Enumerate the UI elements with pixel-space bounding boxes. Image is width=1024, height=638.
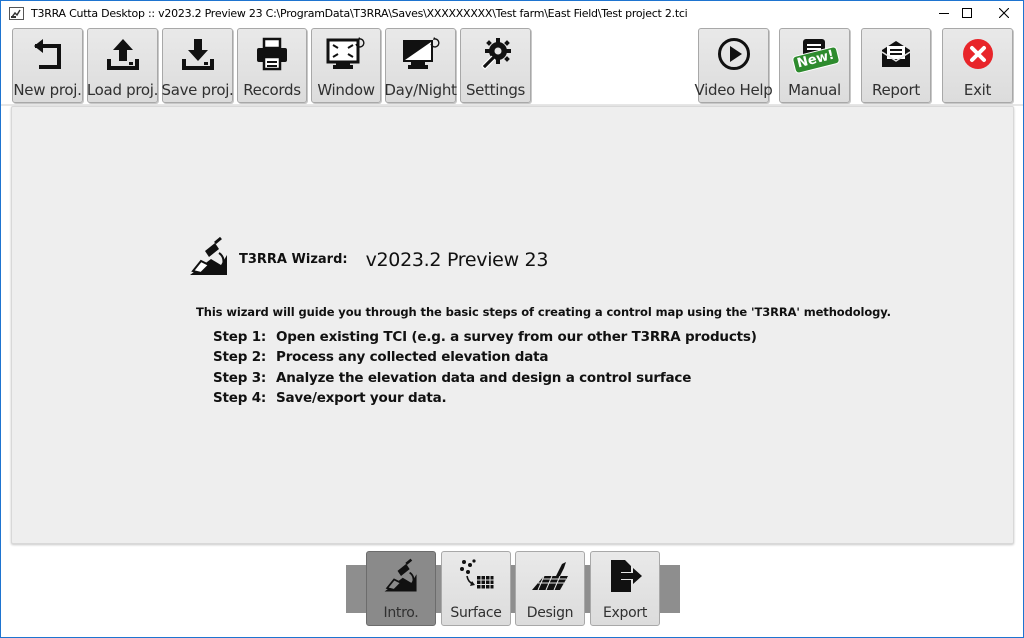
step-number: Step 2:: [213, 349, 267, 366]
exit-x-circle-icon: [958, 34, 998, 74]
maximize-icon: [962, 8, 972, 18]
app-icon: [8, 5, 24, 21]
wizard-version: v2023.2 Preview 23: [365, 248, 549, 271]
surface-grid-icon: [456, 556, 496, 596]
settings-label: Settings: [465, 81, 526, 99]
day-night-monitor-icon: [401, 34, 441, 74]
load-project-button[interactable]: Load proj.: [87, 28, 158, 103]
window-title: T3RRA Cutta Desktop :: v2023.2 Preview 2…: [31, 6, 688, 20]
step-number: Step 1:: [213, 329, 267, 346]
tab-surface[interactable]: Surface: [441, 551, 511, 626]
manual-label: Manual: [788, 81, 841, 99]
manual-button[interactable]: New! Manual: [779, 28, 850, 103]
play-circle-icon: [714, 34, 754, 74]
intro-wizard-icon: [381, 556, 421, 596]
gear-wrench-icon: [476, 34, 516, 74]
save-project-label: Save proj.: [161, 81, 234, 99]
step-row: Step 3: Analyze the elevation data and de…: [213, 368, 757, 388]
close-icon: [999, 8, 1009, 18]
design-surface-icon: [530, 556, 570, 596]
close-window-button[interactable]: [981, 1, 1024, 25]
video-help-button[interactable]: Video Help: [695, 28, 773, 103]
report-envelope-icon: [876, 34, 916, 74]
tab-design-label: Design: [526, 605, 574, 621]
window-button[interactable]: Window: [311, 28, 381, 103]
step-text: Analyze the elevation data and design a …: [276, 369, 692, 386]
new-project-button[interactable]: New proj.: [12, 28, 83, 103]
new-project-label: New proj.: [13, 81, 82, 99]
wizard-label: T3RRA Wizard:: [239, 252, 348, 267]
tab-design[interactable]: Design: [515, 551, 585, 626]
export-file-icon: [605, 556, 645, 596]
tab-export[interactable]: Export: [590, 551, 660, 626]
exit-label: Exit: [963, 81, 992, 99]
wizard-panel: T3RRA Wizard: v2023.2 Preview 23 This wi…: [11, 106, 1014, 544]
tab-intro-label: Intro.: [383, 605, 419, 621]
printer-icon: [252, 34, 292, 74]
monitor-fullscreen-icon: [326, 34, 366, 74]
step-text: Open existing TCI (e.g. a survey from ou…: [276, 329, 757, 346]
video-help-label: Video Help: [694, 81, 773, 99]
step-row: Step 2: Process any collected elevation d…: [213, 347, 757, 367]
day-night-button[interactable]: Day/Night: [384, 28, 457, 103]
wizard-intro-text: This wizard will guide you through the b…: [196, 305, 891, 319]
settings-button[interactable]: Settings: [460, 28, 531, 103]
day-night-label: Day/Night: [384, 81, 457, 99]
wizard-steps: Step 1: Open existing TCI (e.g. a survey …: [213, 327, 757, 408]
step-row: Step 1: Open existing TCI (e.g. a survey …: [213, 327, 757, 347]
tab-surface-label: Surface: [450, 605, 502, 621]
step-text: Process any collected elevation data: [276, 349, 549, 366]
toolbar: New proj. Load proj. Save proj. Records …: [1, 25, 1023, 105]
exit-button[interactable]: Exit: [942, 28, 1013, 103]
step-number: Step 3:: [213, 369, 267, 386]
report-button[interactable]: Report: [861, 28, 931, 103]
tab-intro[interactable]: Intro.: [366, 551, 436, 626]
wizard-header: T3RRA Wizard: v2023.2 Preview 23: [187, 235, 548, 284]
title-bar: T3RRA Cutta Desktop :: v2023.2 Preview 2…: [1, 1, 1023, 25]
tab-export-label: Export: [602, 605, 648, 621]
load-project-label: Load proj.: [86, 81, 159, 99]
records-label: Records: [243, 81, 301, 99]
save-project-button[interactable]: Save proj.: [161, 28, 234, 103]
manual-book-icon: New!: [791, 34, 840, 75]
download-icon: [178, 34, 218, 74]
step-text: Save/export your data.: [276, 390, 447, 407]
step-row: Step 4: Save/export your data.: [213, 388, 757, 408]
upload-icon: [103, 34, 143, 74]
records-button[interactable]: Records: [237, 28, 307, 103]
wizard-icon: [187, 235, 231, 284]
window-label: Window: [317, 81, 375, 99]
report-label: Report: [872, 81, 920, 99]
step-number: Step 4:: [213, 390, 267, 407]
undo-arrow-icon: [28, 34, 68, 74]
